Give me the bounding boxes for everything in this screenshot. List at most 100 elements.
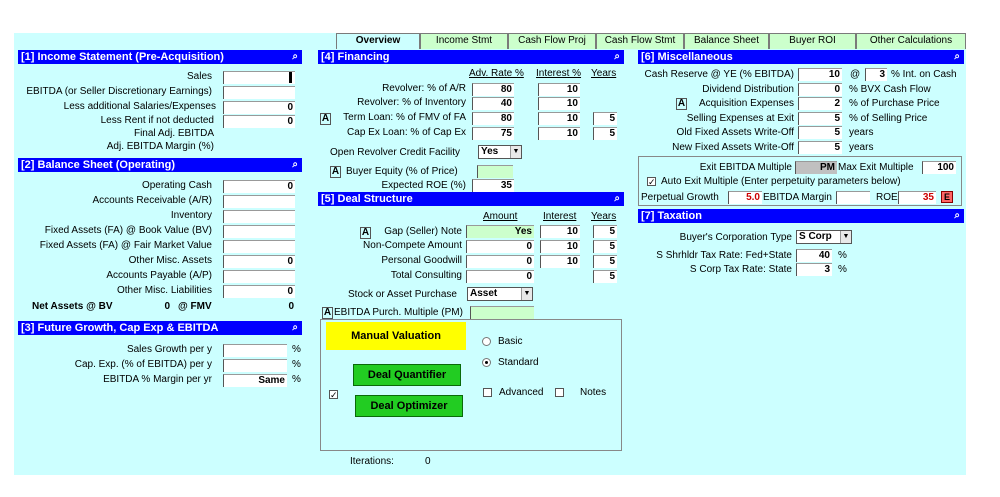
fixed-assets-bv-label: Fixed Assets (FA) @ Book Value (BV): [44, 225, 212, 236]
zoom-icon[interactable]: ⌕: [614, 192, 620, 206]
deal-quantifier-button[interactable]: Deal Quantifier: [353, 364, 461, 386]
section-title: [3] Future Growth, Cap Exp & EBITDA: [21, 322, 219, 334]
valuation-checkbox[interactable]: ✓: [329, 390, 338, 400]
max-exit-multiple-input[interactable]: 100: [922, 161, 956, 174]
notes-label: Notes: [580, 387, 607, 398]
expected-roe-input[interactable]: 35: [472, 179, 514, 192]
zoom-icon[interactable]: ⌕: [292, 50, 298, 64]
auto-exit-checkbox[interactable]: ✓: [647, 177, 656, 187]
e-button[interactable]: E: [941, 191, 953, 203]
purchase-type-select[interactable]: Asset ▼: [467, 287, 533, 301]
zoom-icon[interactable]: ⌕: [954, 50, 960, 64]
non-compete-interest-input[interactable]: 10: [540, 240, 580, 253]
tab-cash-flow-stmt[interactable]: Cash Flow Stmt: [596, 33, 684, 49]
personal-goodwill-interest-input[interactable]: 10: [540, 255, 580, 268]
state-tax-input[interactable]: 3: [796, 263, 832, 276]
zoom-icon[interactable]: ⌕: [292, 321, 298, 335]
fixed-assets-fmv-input[interactable]: [223, 240, 295, 253]
old-fa-writeoff-input[interactable]: 5: [798, 126, 842, 139]
gap-note-amount-input[interactable]: Yes: [466, 225, 534, 238]
exit-multiple-input[interactable]: PM: [795, 161, 837, 174]
tab-balance-sheet[interactable]: Balance Sheet: [684, 33, 769, 49]
cap-exp-input[interactable]: [223, 359, 287, 372]
rent-input[interactable]: 0: [223, 115, 295, 128]
ebitda-margin-perp-input[interactable]: [836, 191, 870, 204]
selling-expenses-input[interactable]: 5: [798, 112, 842, 125]
tab-overview[interactable]: Overview: [336, 33, 420, 49]
deal-optimizer-button[interactable]: Deal Optimizer: [355, 395, 463, 417]
personal-goodwill-amount-input[interactable]: 0: [466, 255, 534, 268]
cash-reserve-input[interactable]: 10: [798, 68, 842, 81]
buyer-equity-a-button[interactable]: A: [330, 166, 341, 178]
net-assets-bv-label: Net Assets @ BV: [32, 301, 113, 312]
cap-ex-loan-years-input[interactable]: 5: [593, 127, 617, 140]
section-title: [6] Miscellaneous: [641, 51, 733, 63]
chevron-down-icon[interactable]: ▼: [510, 146, 521, 158]
standard-radio[interactable]: [482, 358, 491, 367]
dividend-input[interactable]: 0: [798, 83, 842, 96]
acquisition-expenses-input[interactable]: 2: [798, 97, 842, 110]
gap-note-interest-input[interactable]: 10: [540, 225, 580, 238]
state-tax-label: S Corp Tax Rate: State: [689, 264, 792, 275]
zoom-icon[interactable]: ⌕: [614, 50, 620, 64]
operating-cash-input[interactable]: 0: [223, 180, 295, 193]
non-compete-label: Non-Compete Amount: [363, 240, 462, 251]
old-fa-writeoff-unit: years: [849, 127, 874, 138]
other-misc-liabilities-input[interactable]: 0: [223, 285, 295, 298]
tab-income-stmt[interactable]: Income Stmt: [420, 33, 508, 49]
revolver-ar-adv-input[interactable]: 80: [472, 83, 514, 96]
notes-checkbox[interactable]: [555, 388, 564, 397]
corp-type-select[interactable]: S Corp ▼: [796, 230, 852, 244]
total-consulting-years-input[interactable]: 5: [593, 270, 617, 283]
revolver-ar-interest-input[interactable]: 10: [538, 83, 580, 96]
ebitda-input[interactable]: [223, 86, 295, 99]
rent-label: Less Rent if not deducted: [100, 115, 214, 126]
manual-valuation-banner: Manual Valuation: [326, 322, 466, 350]
cap-ex-loan-adv-input[interactable]: 75: [472, 127, 514, 140]
non-compete-years-input[interactable]: 5: [593, 240, 617, 253]
chevron-down-icon[interactable]: ▼: [840, 231, 851, 243]
personal-goodwill-years-input[interactable]: 5: [593, 255, 617, 268]
ebitda-margin-input[interactable]: Same: [223, 374, 287, 387]
other-misc-assets-input[interactable]: 0: [223, 255, 295, 268]
roe-perp-input[interactable]: 35: [898, 191, 936, 204]
purchase-multiple-label: EBITDA Purch. Multiple (PM): [334, 307, 463, 318]
sales-growth-input[interactable]: [223, 344, 287, 357]
tab-cash-flow-proj[interactable]: Cash Flow Proj: [508, 33, 596, 49]
term-loan-adv-input[interactable]: 80: [472, 112, 514, 125]
fed-state-tax-input[interactable]: 40: [796, 249, 832, 262]
max-exit-multiple-label: Max Exit Multiple: [838, 162, 914, 173]
cash-interest-input[interactable]: 3: [865, 68, 887, 81]
tab-other-calculations[interactable]: Other Calculations: [856, 33, 966, 49]
new-fa-writeoff-unit: years: [849, 142, 874, 153]
multiple-a-button[interactable]: A: [322, 307, 333, 319]
zoom-icon[interactable]: ⌕: [954, 209, 960, 223]
perpetual-growth-input[interactable]: 5.0: [728, 191, 762, 204]
sales-input[interactable]: [223, 71, 295, 84]
term-loan-years-input[interactable]: 5: [593, 112, 617, 125]
non-compete-amount-input[interactable]: 0: [466, 240, 534, 253]
new-fa-writeoff-input[interactable]: 5: [798, 141, 842, 154]
buyer-equity-input[interactable]: [477, 165, 513, 178]
accounts-payable-input[interactable]: [223, 270, 295, 283]
purchase-multiple-input[interactable]: [470, 306, 534, 319]
zoom-icon[interactable]: ⌕: [292, 158, 298, 172]
gap-note-years-input[interactable]: 5: [593, 225, 617, 238]
accounts-receivable-input[interactable]: [223, 195, 295, 208]
cap-ex-loan-interest-input[interactable]: 10: [538, 127, 580, 140]
chevron-down-icon[interactable]: ▼: [521, 288, 532, 300]
tab-bar: Overview Income Stmt Cash Flow Proj Cash…: [336, 33, 966, 49]
tab-buyer-roi[interactable]: Buyer ROI: [769, 33, 856, 49]
additional-salaries-input[interactable]: 0: [223, 101, 295, 114]
inventory-input[interactable]: [223, 210, 295, 223]
term-loan-interest-input[interactable]: 10: [538, 112, 580, 125]
sales-growth-unit: %: [292, 344, 301, 355]
basic-radio[interactable]: [482, 337, 491, 346]
open-revolver-select[interactable]: Yes ▼: [478, 145, 522, 159]
advanced-checkbox[interactable]: [483, 388, 492, 397]
revolver-inventory-adv-input[interactable]: 40: [472, 97, 514, 110]
total-consulting-amount-input[interactable]: 0: [466, 270, 534, 283]
revolver-inventory-interest-input[interactable]: 10: [538, 97, 580, 110]
financing-header: [4] Financing ⌕: [318, 50, 624, 64]
fixed-assets-bv-input[interactable]: [223, 225, 295, 238]
